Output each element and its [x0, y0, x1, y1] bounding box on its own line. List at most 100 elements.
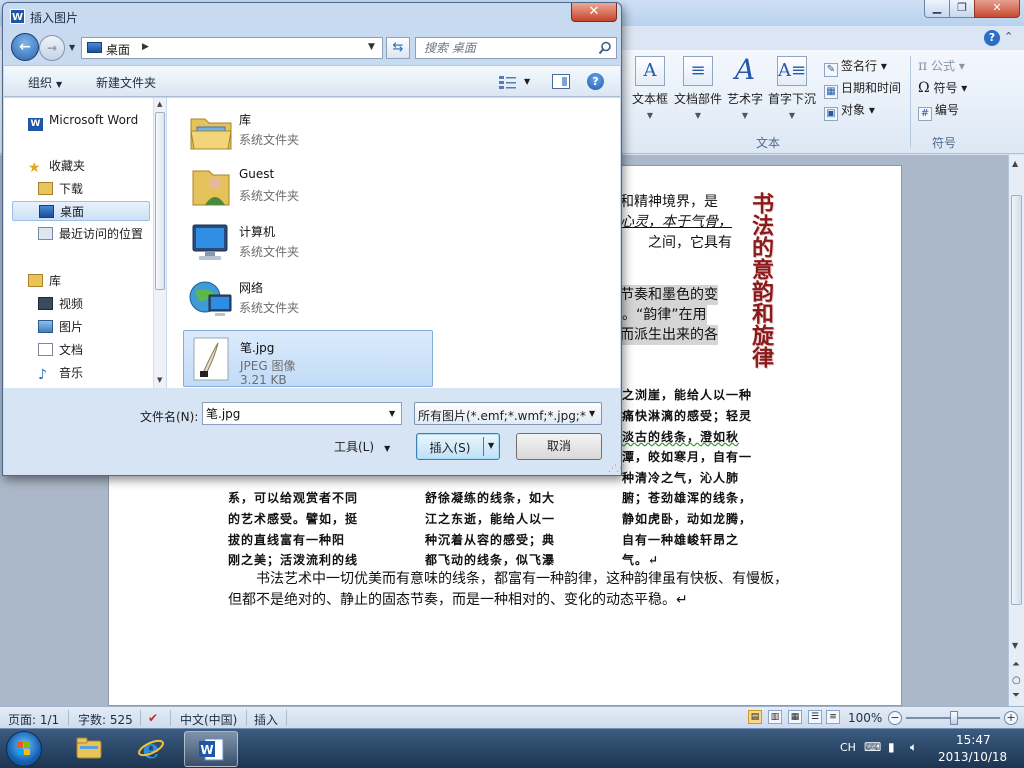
full-screen-reading-icon[interactable]: ▥ — [768, 710, 782, 724]
start-button[interactable] — [6, 731, 42, 767]
address-bar[interactable]: 桌面 ▶ ▼ — [81, 37, 383, 59]
filename-input[interactable] — [203, 403, 381, 424]
nav-item-documents[interactable]: 文档 — [38, 340, 83, 360]
word-count[interactable]: 字数: 525 — [78, 711, 133, 728]
preview-pane-button[interactable] — [552, 74, 570, 89]
insert-options-chevron-icon[interactable]: ▼ — [488, 441, 494, 450]
drop-cap-button[interactable]: A≡ 首字下沉 ▼ — [768, 56, 816, 120]
equation-button[interactable]: π 公式 ▾ — [918, 57, 965, 74]
scroll-up-icon[interactable]: ▲ — [1012, 159, 1018, 168]
nav-item-microsoft-word[interactable]: W Microsoft Word — [28, 110, 138, 131]
navigation-pane: W Microsoft Word ★ 收藏夹 下载 桌面 最近访问的位置 库 视频 … — [4, 98, 166, 388]
pi-icon: π — [918, 58, 928, 74]
document-scrollbar[interactable]: ▲ ▼ ⏶ ○ ⏷ — [1008, 155, 1024, 706]
zoom-in-icon[interactable]: + — [1004, 711, 1018, 725]
taskbar-internet-explorer[interactable]: e — [124, 731, 178, 767]
breadcrumb-arrow-icon[interactable]: ▶ — [142, 42, 149, 52]
chevron-down-icon: ▼ — [788, 111, 796, 120]
scroll-down-icon[interactable]: ▼ — [157, 376, 162, 384]
scroll-thumb[interactable] — [155, 112, 165, 290]
dialog-title-bar[interactable]: W 插入图片 ✕ — [3, 3, 621, 29]
search-icon[interactable] — [598, 41, 612, 55]
web-layout-icon[interactable]: ▦ — [788, 710, 802, 724]
nav-item-libraries[interactable]: 库 — [28, 271, 61, 291]
group-label-text: 文本 — [756, 136, 781, 150]
nav-item-recent-places[interactable]: 最近访问的位置 — [38, 224, 143, 244]
jpeg-image-icon — [193, 337, 229, 381]
network-tray-icon[interactable]: ▮ — [888, 740, 895, 754]
next-page-icon[interactable]: ⏷ — [1012, 690, 1020, 701]
insert-button[interactable]: 插入(S) ▼ — [416, 433, 500, 460]
file-item-computer[interactable]: 计算机 系统文件夹 — [183, 215, 433, 271]
taskbar-word[interactable]: W — [184, 731, 238, 767]
recent-pages-chevron-icon[interactable]: ▼ — [69, 43, 75, 52]
help-icon[interactable]: ? — [984, 30, 1000, 46]
symbol-button[interactable]: Ω 符号 ▾ — [918, 79, 967, 96]
volume-icon[interactable]: 🔈︎ — [910, 740, 917, 755]
page-count[interactable]: 页面: 1/1 — [8, 711, 59, 728]
zoom-out-icon[interactable]: − — [888, 711, 902, 725]
organize-button[interactable]: 组织 ▼ — [28, 74, 62, 91]
filename-dropdown-icon[interactable]: ▼ — [389, 409, 395, 418]
file-type-select[interactable]: 所有图片(*.emf;*.wmf;*.jpg;*.jpeg) ▼ — [414, 402, 602, 425]
minimize-button[interactable]: ▁ — [924, 0, 950, 18]
tools-button[interactable]: 工具(L) ▼ — [334, 438, 390, 455]
date-time-button[interactable]: ▦ 日期和时间 — [824, 79, 901, 99]
object-button[interactable]: ▣ 对象 ▾ — [824, 101, 875, 121]
maximize-button[interactable]: ❐ — [949, 0, 975, 18]
close-button[interactable]: ✕ — [974, 0, 1020, 18]
navigation-scrollbar[interactable]: ▲ ▼ — [153, 98, 166, 388]
refresh-button[interactable]: ⇆ — [386, 37, 410, 59]
address-crumb[interactable]: 桌面 — [106, 41, 130, 58]
back-button[interactable]: ← — [11, 33, 39, 61]
cancel-button[interactable]: 取消 — [516, 433, 602, 460]
nav-item-downloads[interactable]: 下载 — [38, 179, 83, 199]
address-dropdown-icon[interactable]: ▼ — [368, 42, 375, 52]
file-item-guest[interactable]: Guest 系统文件夹 — [183, 159, 433, 215]
scroll-down-icon[interactable]: ▼ — [1012, 641, 1018, 650]
zoom-level[interactable]: 100% — [848, 711, 882, 725]
nav-item-pictures[interactable]: 图片 — [38, 317, 83, 337]
word-art-button[interactable]: A 艺术字 ▼ — [726, 56, 764, 121]
file-item-library[interactable]: 库 系统文件夹 — [183, 103, 433, 159]
ime-indicator[interactable]: CH — [840, 741, 856, 754]
taskbar: e W CH ⌨ ▮ 🔈︎ 15:47 2013/10/18 — [0, 728, 1024, 768]
ribbon-minimize-icon[interactable]: ⌃ — [1004, 30, 1013, 43]
quick-parts-button[interactable]: ≡ 文档部件 ▼ — [674, 56, 722, 120]
nav-item-videos[interactable]: 视频 — [38, 294, 83, 314]
file-item-network[interactable]: 网络 系统文件夹 — [183, 271, 433, 327]
text-box-button[interactable]: A 文本框 ▼ — [630, 56, 670, 120]
nav-item-desktop[interactable]: 桌面 — [12, 201, 150, 221]
numbering-button[interactable]: # 编号 — [918, 101, 959, 121]
clock-date[interactable]: 2013/10/18 — [938, 750, 1007, 764]
language-indicator[interactable]: 中文(中国) — [180, 711, 237, 728]
previous-page-icon[interactable]: ⏶ — [1012, 659, 1020, 670]
print-layout-icon[interactable]: ▤ — [748, 710, 762, 724]
doc-text-line: 。“韵律”在用 — [622, 305, 707, 325]
vertical-wordart-title[interactable]: 书法的意韵和旋律 — [746, 192, 774, 368]
signature-line-button[interactable]: ✎ 签名行 ▾ — [824, 57, 887, 77]
resize-grip-icon[interactable]: ⋰⋰ — [608, 464, 625, 474]
nav-item-favorites[interactable]: ★ 收藏夹 — [28, 156, 85, 176]
taskbar-explorer[interactable] — [62, 731, 116, 767]
scroll-thumb[interactable] — [1011, 195, 1022, 605]
signature-line-icon: ✎ — [824, 63, 838, 77]
new-folder-button[interactable]: 新建文件夹 — [96, 74, 156, 91]
clock-time[interactable]: 15:47 — [956, 733, 991, 747]
browse-object-icon[interactable]: ○ — [1012, 675, 1021, 686]
keyboard-icon[interactable]: ⌨ — [864, 740, 881, 754]
change-view-icon[interactable] — [498, 74, 518, 90]
draft-view-icon[interactable]: ≡ — [826, 710, 840, 724]
dialog-close-button[interactable]: ✕ — [571, 3, 617, 22]
zoom-slider-thumb[interactable] — [950, 711, 958, 725]
proofing-icon[interactable]: ✔ — [148, 711, 158, 725]
insert-mode-indicator[interactable]: 插入 — [254, 711, 278, 728]
view-options-chevron-icon[interactable]: ▼ — [524, 77, 530, 86]
forward-button[interactable]: → — [39, 35, 65, 61]
dialog-help-button[interactable]: ? — [587, 73, 604, 90]
file-item-pen-jpg[interactable]: 笔.jpg JPEG 图像 3.21 KB — [183, 330, 433, 387]
search-input[interactable] — [416, 38, 592, 58]
scroll-up-icon[interactable]: ▲ — [157, 100, 162, 108]
outline-view-icon[interactable]: ☰ — [808, 710, 822, 724]
nav-item-music[interactable]: ♪ 音乐 — [38, 363, 83, 383]
